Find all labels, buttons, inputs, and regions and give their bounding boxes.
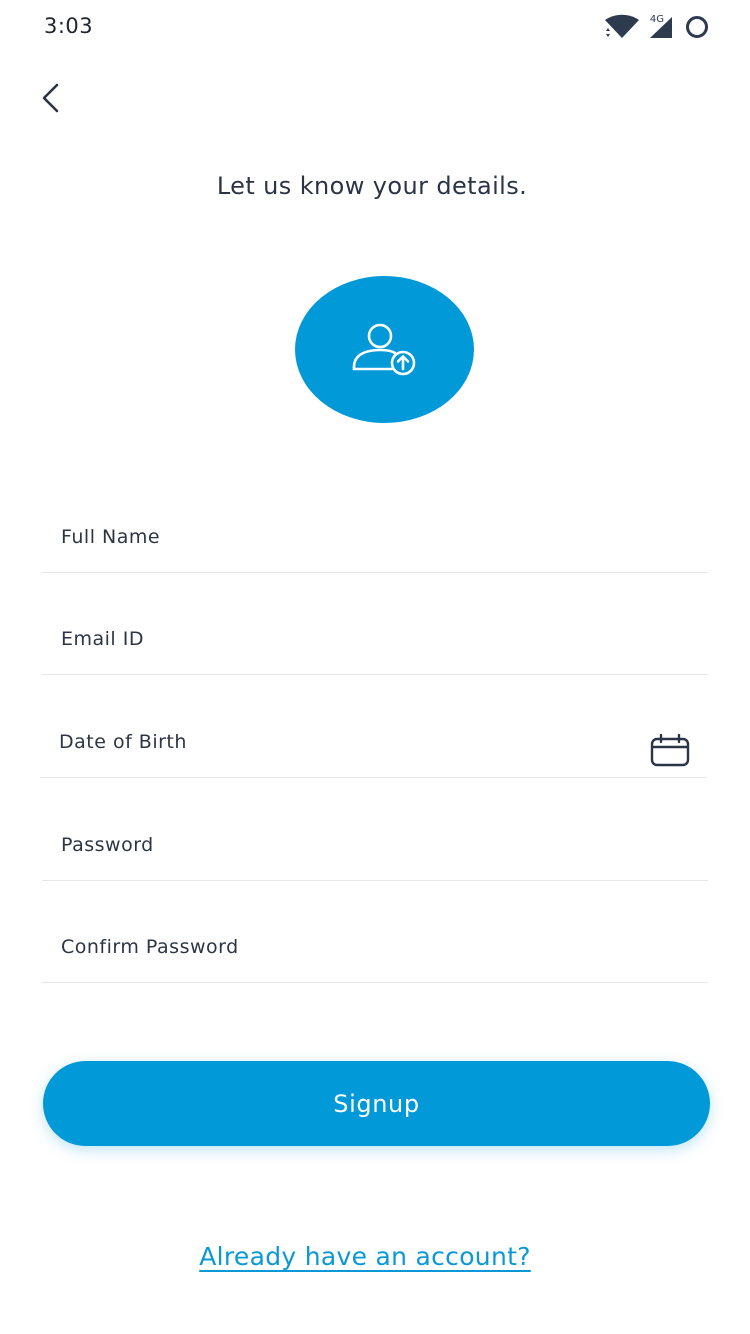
chevron-left-icon <box>42 83 59 113</box>
wifi-icon <box>605 14 639 38</box>
full-name-field[interactable]: Full Name <box>42 502 708 573</box>
status-bar: 3:03 4G <box>0 0 750 56</box>
password-input[interactable] <box>42 810 708 880</box>
full-name-input[interactable] <box>42 502 708 572</box>
password-field[interactable]: Password <box>42 810 708 881</box>
page-title: Let us know your details. <box>216 172 528 200</box>
back-button[interactable] <box>30 76 74 120</box>
confirm-password-field[interactable]: Confirm Password <box>42 912 708 983</box>
signup-button[interactable]: Signup <box>43 1061 710 1146</box>
cellular-signal-icon <box>650 17 672 38</box>
battery-icon <box>686 16 708 38</box>
email-input[interactable] <box>42 604 708 674</box>
login-link[interactable]: Already have an account? <box>0 1242 730 1271</box>
confirm-password-input[interactable] <box>42 912 708 982</box>
email-field[interactable]: Email ID <box>42 604 708 675</box>
avatar-upload-button[interactable] <box>295 276 474 423</box>
date-of-birth-input[interactable] <box>40 707 706 777</box>
date-of-birth-field[interactable]: Date of Birth <box>40 707 706 778</box>
status-time: 3:03 <box>44 14 94 38</box>
calendar-icon[interactable] <box>650 734 690 768</box>
user-upload-icon <box>352 323 416 376</box>
